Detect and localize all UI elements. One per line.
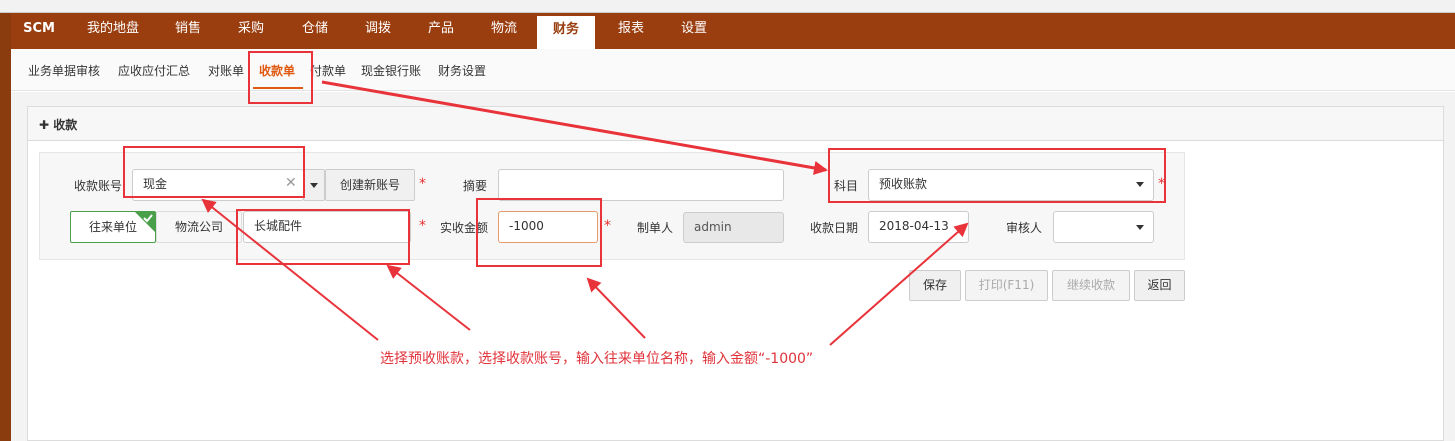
back-button[interactable]: 返回 [1134,270,1185,301]
highlight-box-receipt-tab [248,51,313,104]
date-label: 收款日期 [810,221,859,235]
subnav-item-finance-settings[interactable]: 财务设置 [438,62,486,79]
subnav-item-statement[interactable]: 对账单 [208,62,244,79]
required-mark: * [604,218,611,234]
top-navbar [11,13,1455,49]
chevron-down-icon [310,183,318,188]
date-input[interactable]: 2018-04-13 [868,211,969,243]
panel-title: ✚ 收款 [39,116,77,133]
subnav-item-summary[interactable]: 应收应付汇总 [118,62,190,79]
nav-item-logistics[interactable]: 物流 [486,13,522,49]
highlight-box-subject [828,148,1166,203]
create-account-button[interactable]: 创建新账号 [325,169,415,201]
save-button[interactable]: 保存 [909,270,961,301]
nav-item-product[interactable]: 产品 [423,13,459,49]
account-dropdown-button[interactable] [303,169,325,201]
panel-title-text: 收款 [53,118,78,132]
account-label: 收款账号 [74,179,123,193]
subnav-item-payment[interactable]: 付款单 [310,62,346,79]
print-button[interactable]: 打印(F11) [965,270,1048,301]
nav-item-settings[interactable]: 设置 [676,13,712,49]
partner-type-button[interactable]: 物流公司 [156,211,242,243]
required-mark: * [419,176,426,192]
highlight-box-account [123,146,305,198]
brand-logo[interactable]: SCM [22,13,56,49]
panel-header [28,107,1443,141]
maker-field: admin [683,212,784,243]
nav-item-transfer[interactable]: 调拨 [360,13,396,49]
instruction-annotation: 选择预收账款，选择收款账号，输入往来单位名称，输入金额“-1000” [380,351,814,367]
highlight-box-partner [236,209,410,265]
nav-item-reports[interactable]: 报表 [613,13,649,49]
left-edge-bar [0,13,11,441]
required-mark: * [419,218,426,234]
continue-receipt-button[interactable]: 继续收款 [1052,270,1130,301]
summary-label: 摘要 [463,179,488,193]
nav-item-dashboard[interactable]: 我的地盘 [82,13,144,49]
highlight-box-amount [476,198,602,267]
summary-input[interactable] [498,169,784,201]
maker-label: 制单人 [637,221,674,235]
check-icon [135,212,155,232]
nav-item-warehouse[interactable]: 仓储 [297,13,333,49]
reviewer-label: 审核人 [1006,221,1043,235]
subnav-item-audit[interactable]: 业务单据审核 [28,62,100,79]
nav-item-sales[interactable]: 销售 [170,13,206,49]
browser-top-strip [0,0,1455,13]
nav-item-finance[interactable]: 财务 [537,16,595,49]
chevron-down-icon [1136,225,1144,230]
plus-icon: ✚ [39,118,54,132]
nav-item-purchase[interactable]: 采购 [233,13,269,49]
subnav-item-cash-bank[interactable]: 现金银行账 [361,62,421,79]
